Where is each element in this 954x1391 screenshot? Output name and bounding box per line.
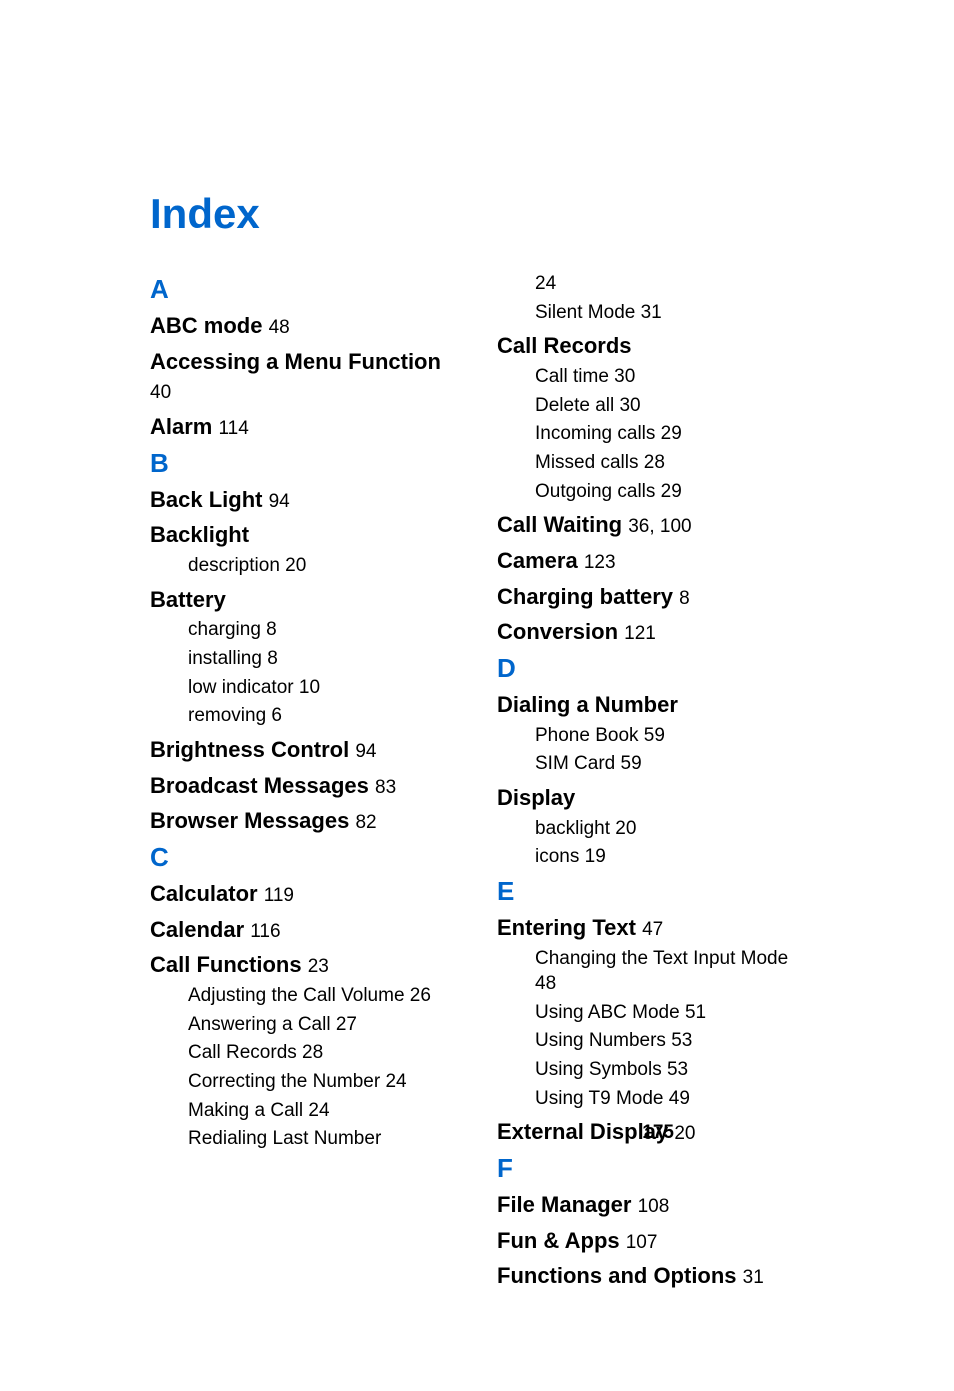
index-columns: A ABC mode 48 Accessing a Menu Function 40… <box>150 268 804 1291</box>
index-subentry: Redialing Last Number <box>188 1126 457 1152</box>
page-ref: 116 <box>250 921 280 942</box>
index-subentry: Correcting the Number 24 <box>188 1069 457 1095</box>
index-subentry: charging 8 <box>188 617 457 643</box>
index-letter: B <box>150 448 457 479</box>
page-ref: 40 <box>150 382 171 403</box>
index-entry: Camera 123 <box>497 546 804 576</box>
index-entry: Conversion 121 <box>497 617 804 647</box>
index-subentry: Answering a Call 27 <box>188 1012 457 1038</box>
page-ref: 23 <box>308 956 329 977</box>
index-entry: Back Light 94 <box>150 485 457 515</box>
index-subentry: Missed calls 28 <box>535 450 804 476</box>
index-letter: D <box>497 653 804 684</box>
index-entry: Charging battery 8 <box>497 582 804 612</box>
page-ref: 8 <box>679 588 690 609</box>
index-subentry: Using Numbers 53 <box>535 1028 804 1054</box>
index-entry: Call Waiting 36, 100 <box>497 510 804 540</box>
index-entry: Brightness Control 94 <box>150 735 457 765</box>
index-entry: Dialing a Number <box>497 690 804 720</box>
page-ref: 123 <box>584 552 616 573</box>
index-entry: Alarm 114 <box>150 412 457 442</box>
page-number: 175 <box>642 1122 674 1144</box>
index-subentry: backlight 20 <box>535 816 804 842</box>
index-subentry: 24 <box>535 271 804 297</box>
index-entry: ABC mode 48 <box>150 311 457 341</box>
index-entry: Broadcast Messages 83 <box>150 771 457 801</box>
index-subentry: Using T9 Mode 49 <box>535 1086 804 1112</box>
index-subentry: Using ABC Mode 51 <box>535 1000 804 1026</box>
page-ref: 83 <box>375 777 396 798</box>
index-subentry: Delete all 30 <box>535 393 804 419</box>
index-subentry: low indicator 10 <box>188 675 457 701</box>
index-subentry: SIM Card 59 <box>535 751 804 777</box>
page-ref: 47 <box>642 919 663 940</box>
index-subentry: Outgoing calls 29 <box>535 479 804 505</box>
index-subentry: Using Symbols 53 <box>535 1057 804 1083</box>
index-entry: Call Records <box>497 331 804 361</box>
page-ref: 48 <box>269 317 290 338</box>
index-subentry: icons 19 <box>535 844 804 870</box>
page-ref: 121 <box>624 623 656 644</box>
index-entry: Backlight <box>150 520 457 550</box>
index-subentry: Call Records 28 <box>188 1040 457 1066</box>
index-entry: Call Functions 23 <box>150 950 457 980</box>
index-entry: Fun & Apps 107 <box>497 1226 804 1256</box>
index-subentry: Making a Call 24 <box>188 1098 457 1124</box>
index-subentry: removing 6 <box>188 703 457 729</box>
page-title: Index <box>150 190 804 238</box>
index-letter: C <box>150 842 457 873</box>
page-ref: 94 <box>355 741 376 762</box>
page-ref: 82 <box>355 812 376 833</box>
page-ref: 119 <box>264 885 294 906</box>
index-entry: Browser Messages 82 <box>150 806 457 836</box>
page-ref: 20 <box>674 1123 695 1144</box>
index-subentry: Adjusting the Call Volume 26 <box>188 983 457 1009</box>
page-ref: 31 <box>743 1267 764 1288</box>
index-subentry: installing 8 <box>188 646 457 672</box>
index-entry: File Manager 108 <box>497 1190 804 1220</box>
index-letter: F <box>497 1153 804 1184</box>
index-entry: Battery <box>150 585 457 615</box>
page-ref: 94 <box>269 491 290 512</box>
index-letter: A <box>150 274 457 305</box>
index-subentry: Call time 30 <box>535 364 804 390</box>
page-ref: 108 <box>638 1196 670 1217</box>
page-ref: 107 <box>626 1232 658 1253</box>
index-subentry: Incoming calls 29 <box>535 421 804 447</box>
index-entry: Accessing a Menu Function 40 <box>150 347 457 406</box>
page-ref: 36, 100 <box>628 516 691 537</box>
index-page: Index A ABC mode 48 Accessing a Menu Funct… <box>0 0 954 1391</box>
index-entry: Calculator 119 <box>150 879 457 909</box>
index-entry: Display <box>497 783 804 813</box>
index-entry: Functions and Options 31 <box>497 1261 804 1291</box>
index-subentry: Silent Mode 31 <box>535 300 804 326</box>
page-ref: 114 <box>218 418 248 439</box>
index-subentry: Changing the Text Input Mode 48 <box>535 946 804 997</box>
index-letter: E <box>497 876 804 907</box>
index-entry: Calendar 116 <box>150 915 457 945</box>
left-column: A ABC mode 48 Accessing a Menu Function 40… <box>150 268 457 1291</box>
index-subentry: description 20 <box>188 553 457 579</box>
index-entry: Entering Text 47 <box>497 913 804 943</box>
index-subentry: Phone Book 59 <box>535 723 804 749</box>
